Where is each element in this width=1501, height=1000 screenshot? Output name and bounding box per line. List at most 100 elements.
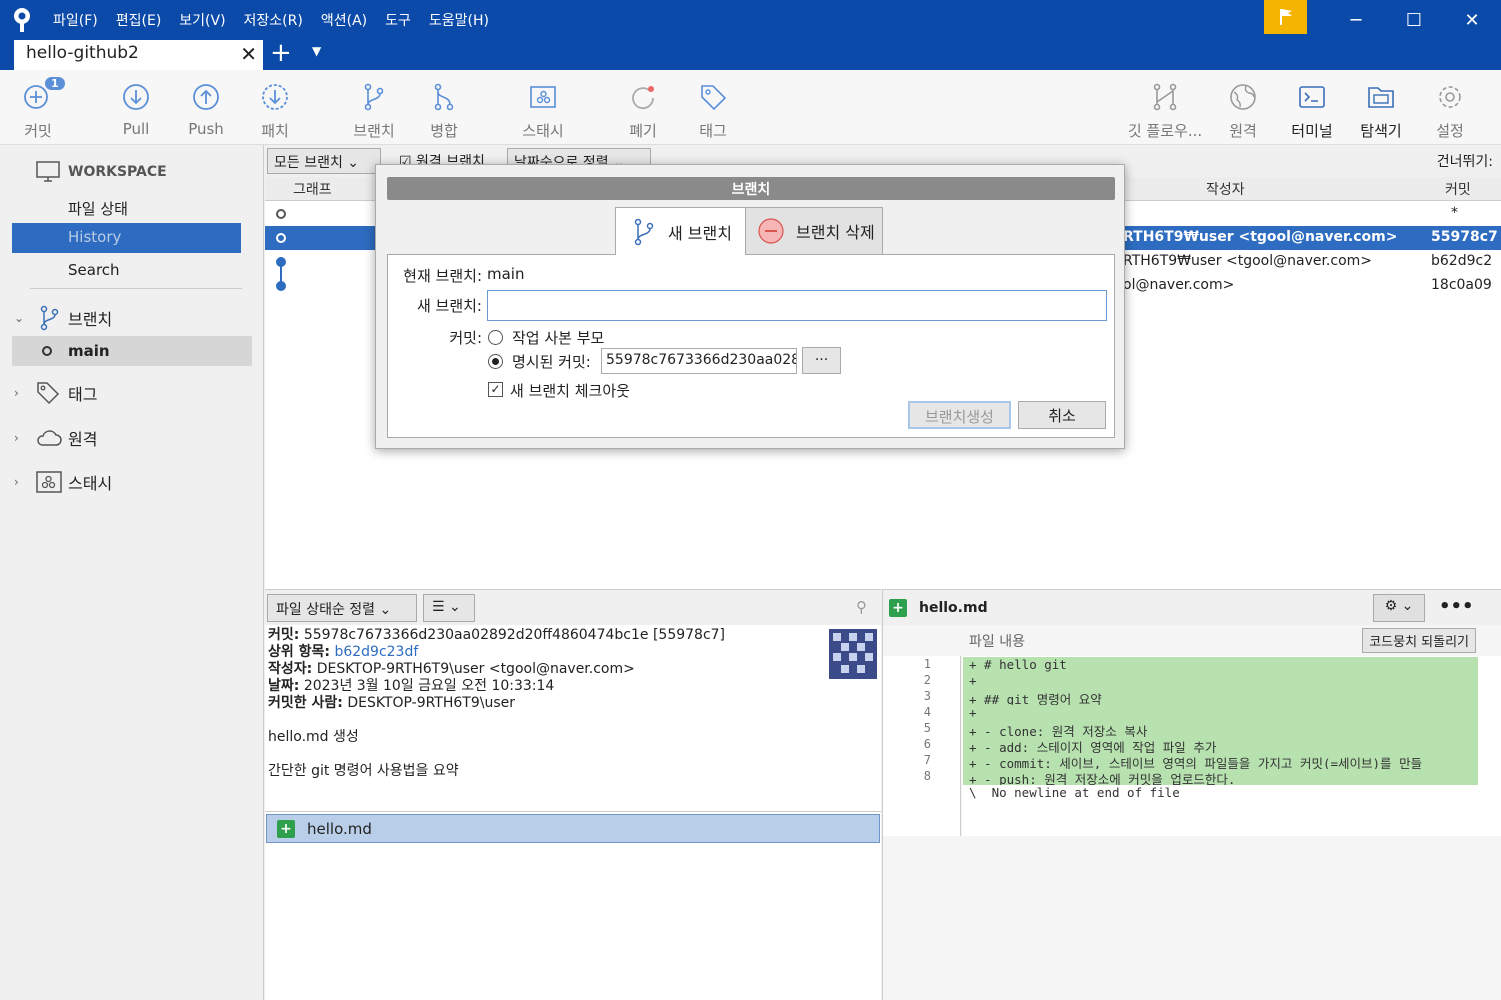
discard-label: 폐기 [629, 122, 657, 140]
file-sort-label: 파일 상태순 정렬 [276, 602, 376, 618]
column-graph[interactable]: 그래프 [293, 179, 332, 199]
tag-label: 태그 [699, 122, 727, 140]
checkout-new-branch-checkbox[interactable]: ✓ [488, 382, 503, 397]
view-mode-dropdown[interactable]: ☰ ⌄ [423, 594, 475, 622]
explorer-icon [1346, 80, 1416, 114]
add-tab-icon[interactable]: + [270, 38, 292, 68]
flag-icon[interactable] [1264, 0, 1307, 34]
pull-icon [101, 80, 171, 114]
minimize-icon[interactable]: ─ [1327, 0, 1385, 40]
parent-link[interactable]: b62d9c23df [334, 644, 418, 660]
diff-file-name: hello.md [919, 599, 988, 616]
remote-button[interactable]: 원격 [1208, 80, 1278, 141]
explorer-button[interactable]: 탐색기 [1346, 80, 1416, 141]
sidebar-group-branches[interactable]: ⌄ 브랜치 [14, 305, 112, 331]
menu-help[interactable]: 도움말(H) [420, 10, 498, 30]
cancel-button[interactable]: 취소 [1018, 401, 1106, 429]
browse-commit-button[interactable]: ... [802, 347, 841, 374]
maximize-icon[interactable]: ☐ [1385, 0, 1443, 40]
menu-bar: 파일(F) 편집(E) 보기(V) 저장소(R) 액션(A) 도구 도움말(H) [44, 10, 498, 30]
new-branch-input[interactable] [487, 290, 1107, 321]
gitflow-button[interactable]: 깃 플로우... [1125, 80, 1205, 141]
committer-line: 커밋한 사람: DESKTOP-9RTH6T9\user [268, 695, 516, 711]
line-number: 3 [923, 689, 931, 703]
discard-button[interactable]: 폐기 [608, 80, 678, 141]
working-copy-parent-label: 작업 사본 부모 [512, 329, 605, 347]
diff-options-gear-icon[interactable]: ⚙ ⌄ [1373, 594, 1425, 622]
branch-dialog: 브랜치 새 브랜치 브랜치 삭제 현재 브랜치: main 새 브랜치: 커밋:… [375, 164, 1125, 449]
branch-filter-dropdown[interactable]: 모든 브랜치 ⌄ [267, 148, 381, 174]
merge-label: 병합 [430, 122, 458, 140]
author-line: 작성자: DESKTOP-9RTH6T9\user <tgool@naver.c… [268, 661, 635, 677]
more-options-icon[interactable]: ••• [1439, 596, 1474, 617]
menu-view[interactable]: 보기(V) [170, 10, 234, 30]
sidebar-group-stashes[interactable]: › 스태시 [14, 470, 112, 494]
tag-button[interactable]: 태그 [678, 80, 748, 141]
tab-new-branch[interactable]: 새 브랜치 [615, 207, 746, 255]
revert-hunk-button[interactable]: 코드뭉치 되돌리기 [1362, 628, 1476, 653]
column-author[interactable]: 작성자 [1206, 179, 1245, 199]
menu-tools[interactable]: 도구 [376, 10, 420, 30]
sourcetree-logo-icon [0, 0, 44, 40]
skip-label: 건너뛰기: [1436, 154, 1493, 170]
file-sort-dropdown[interactable]: 파일 상태순 정렬 ⌄ [267, 594, 417, 622]
changed-files-list: + hello.md [265, 811, 881, 1000]
commit-author: RTH6T9₩user <tgool@naver.com> [1123, 253, 1373, 269]
push-icon [171, 80, 241, 114]
working-copy-parent-radio[interactable] [488, 330, 503, 345]
tab-repository[interactable]: hello-github2 ✕ [14, 40, 263, 70]
graph-node [276, 209, 286, 219]
delete-icon [758, 218, 784, 244]
pull-button[interactable]: Pull [101, 80, 171, 138]
push-button[interactable]: Push [171, 80, 241, 138]
search-icon[interactable]: ⚲ [856, 598, 867, 616]
globe-icon [1208, 80, 1278, 114]
diff-line-added: + - add: 스테이지 영역에 작업 파일 추가 [963, 737, 1478, 753]
new-branch-label: 새 브랜치: [416, 297, 482, 315]
file-added-icon: + [277, 819, 295, 838]
stashes-label: 스태시 [68, 474, 113, 493]
chevron-down-icon: ⌄ [14, 311, 25, 325]
sidebar-item-file-status[interactable]: 파일 상태 [12, 193, 241, 223]
merge-button[interactable]: 병합 [409, 80, 479, 141]
branch-button[interactable]: 브랜치 [339, 80, 409, 141]
branch-filter-label: 모든 브랜치 [274, 155, 343, 171]
menu-file[interactable]: 파일(F) [44, 10, 107, 30]
fetch-label: 패치 [261, 122, 289, 140]
sidebar-item-history[interactable]: History [12, 223, 241, 253]
commit-button[interactable]: 1 커밋 [3, 77, 73, 141]
sidebar: WORKSPACE 파일 상태 History Search ⌄ 브랜치 mai… [0, 145, 264, 1000]
file-added-icon: + [889, 598, 907, 617]
diff-line-added: + # hello git [963, 657, 1478, 673]
specified-commit-input[interactable]: 55978c7673366d230aa02892 [601, 348, 797, 374]
terminal-icon [1277, 80, 1347, 114]
diff-line-added: + [963, 705, 1478, 721]
sidebar-item-search[interactable]: Search [12, 256, 241, 286]
sidebar-group-tags[interactable]: › 태그 [14, 381, 97, 405]
settings-button[interactable]: 설정 [1415, 80, 1485, 141]
fetch-button[interactable]: 패치 [240, 80, 310, 141]
tab-delete-branch[interactable]: 브랜치 삭제 [745, 207, 883, 255]
close-window-icon[interactable]: ✕ [1443, 0, 1501, 40]
graph-node [276, 257, 286, 267]
tab-dropdown-icon[interactable]: ▼ [312, 44, 321, 58]
tab-title: hello-github2 [26, 43, 139, 63]
sidebar-item-main-branch[interactable]: main [12, 336, 252, 366]
file-row[interactable]: + hello.md [266, 814, 880, 843]
menu-actions[interactable]: 액션(A) [312, 10, 376, 30]
menu-repository[interactable]: 저장소(R) [235, 10, 312, 30]
terminal-button[interactable]: 터미널 [1277, 80, 1347, 141]
menu-edit[interactable]: 편집(E) [107, 10, 171, 30]
chevron-right-icon: › [14, 475, 19, 489]
sidebar-divider [30, 288, 242, 289]
specified-commit-radio[interactable] [488, 354, 503, 369]
commit-hash: * [1451, 205, 1458, 221]
create-branch-button[interactable]: 브랜치생성 [908, 401, 1011, 429]
branch-icon [632, 218, 656, 246]
gear-icon [1415, 80, 1485, 114]
close-tab-icon[interactable]: ✕ [240, 42, 257, 66]
column-commit[interactable]: 커밋 [1445, 179, 1471, 199]
sidebar-group-remotes[interactable]: › 원격 [14, 426, 97, 450]
remote-label: 원격 [1229, 122, 1257, 140]
stash-button[interactable]: 스태시 [508, 80, 578, 141]
